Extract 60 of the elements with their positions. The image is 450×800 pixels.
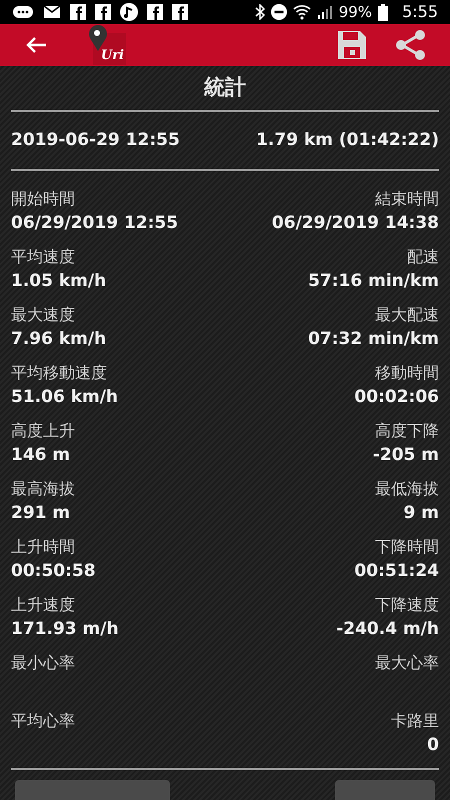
stat-label: 最高海拔 [11,478,75,500]
stat-value: 7.96 km/h [11,328,106,351]
stat-label: 高度上升 [11,420,75,442]
app-logo: Uri [88,25,126,66]
stat-label: 最小心率 [11,652,75,674]
battery-icon [378,4,388,21]
share-icon [394,29,426,62]
square-app-icon [147,4,163,20]
stat-label: 移動時間 [375,362,439,384]
stat-value: 146 m [11,444,70,467]
track-distance: 1.79 km (01:42:22) [256,128,439,152]
stat-label: 平均速度 [11,246,75,268]
square-app-icon [70,4,86,20]
stat-value: -205 m [372,444,439,467]
stat-value: 1.05 km/h [11,270,106,293]
stat-label: 配速 [407,246,439,268]
stat-label: 上升速度 [11,594,75,616]
mail-icon [43,5,61,20]
stat-value: 9 m [404,502,439,525]
share-button[interactable] [394,29,426,62]
stat-value: 06/29/2019 14:38 [272,212,439,235]
stat-value: 00:51:24 [354,560,439,583]
stat-label: 下降時間 [375,536,439,558]
square-app-icon [172,4,188,20]
stat-value: 00:02:06 [354,386,439,409]
stat-label: 最大心率 [375,652,439,674]
signal-icon [316,5,333,20]
stat-value: 07:32 min/km [308,328,439,351]
stat-value: -240.4 m/h [336,618,439,641]
stat-label: 平均心率 [11,710,75,732]
stat-value: 291 m [11,502,70,525]
stat-value: 51.06 km/h [11,386,118,409]
square-app-icon [95,4,111,20]
stat-label: 最大速度 [11,304,75,326]
stat-label: 開始時間 [11,188,75,210]
battery-percent: 99% [338,2,372,23]
clock-time: 5:55 [402,1,438,24]
stat-label: 結束時間 [375,188,439,210]
stat-label: 最大配速 [375,304,439,326]
back-arrow-icon [25,36,47,54]
wifi-icon [292,4,311,20]
stat-value: 0 [427,734,439,757]
do-not-disturb-icon [270,4,287,20]
chat-icon [12,4,34,20]
save-icon [337,30,367,60]
stat-value: 00:50:58 [11,560,96,583]
stat-label: 高度下降 [375,420,439,442]
stat-value: 57:16 min/km [308,270,439,293]
stat-label: 上升時間 [11,536,75,558]
stat-value: 171.93 m/h [11,618,119,641]
stat-label: 平均移動速度 [11,362,107,384]
stat-label: 卡路里 [391,710,439,732]
page-title: 統計 [204,74,246,102]
track-date: 2019-06-29 12:55 [11,128,180,152]
stat-label: 最低海拔 [375,478,439,500]
stat-value: 06/29/2019 12:55 [11,212,178,235]
bluetooth-icon [254,4,265,20]
stat-label: 下降速度 [375,594,439,616]
music-note-icon [120,3,138,22]
save-button[interactable] [336,29,368,62]
